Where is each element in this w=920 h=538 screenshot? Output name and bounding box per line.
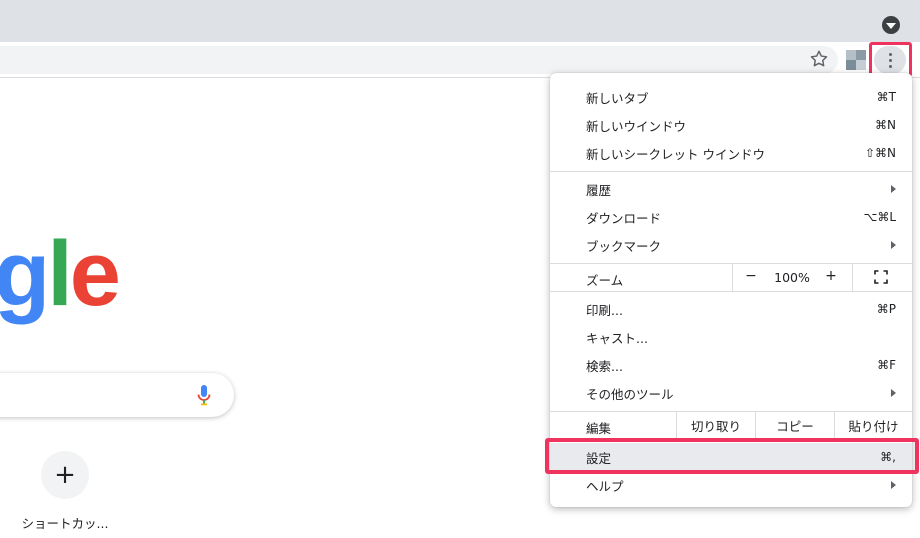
zoom-level: 100% (774, 270, 810, 285)
menu-item-label: ダウンロード (586, 210, 662, 226)
menu-item-more-tools[interactable]: その他のツール (550, 379, 912, 407)
menu-row-zoom: ズーム − 100% + (550, 263, 912, 291)
menu-item-label: キャスト... (586, 330, 648, 346)
menu-item-label: 新しいウインドウ (586, 118, 687, 134)
cut-button[interactable]: 切り取り (677, 411, 755, 439)
menu-item-new-incognito[interactable]: 新しいシークレット ウインドウ ⇧⌘N (550, 139, 912, 167)
menu-divider (550, 291, 912, 292)
menu-item-shortcut: ⌘P (876, 302, 896, 316)
menu-item-help[interactable]: ヘルプ (550, 471, 912, 499)
chevron-right-icon (891, 389, 896, 397)
extension-icon[interactable] (846, 50, 866, 70)
fullscreen-icon[interactable] (874, 270, 888, 284)
menu-item-label: 検索... (586, 358, 623, 374)
menu-divider (852, 263, 853, 291)
menu-item-new-tab[interactable]: 新しいタブ ⌘T (550, 83, 912, 111)
menu-row-edit: 編集 切り取り コピー 貼り付け (550, 411, 912, 439)
menu-item-label: 履歴 (586, 182, 612, 198)
address-bar[interactable] (0, 46, 838, 74)
shortcut-label: ショートカッ... (21, 516, 109, 531)
menu-item-shortcut: ⇧⌘N (864, 146, 896, 160)
menu-divider (732, 263, 733, 291)
zoom-out-button[interactable]: − (742, 268, 760, 286)
menu-item-shortcut: ⌘F (877, 358, 896, 372)
copy-button[interactable]: コピー (756, 411, 834, 439)
menu-item-shortcut: ⌥⌘L (863, 210, 896, 224)
menu-item-find[interactable]: 検索... ⌘F (550, 351, 912, 379)
chevron-right-icon (891, 185, 896, 193)
menu-item-label: 新しいタブ (586, 90, 649, 106)
menu-item-cast[interactable]: キャスト... (550, 323, 912, 351)
menu-item-new-window[interactable]: 新しいウインドウ ⌘N (550, 111, 912, 139)
zoom-in-button[interactable]: + (822, 268, 840, 286)
menu-item-shortcut: ⌘N (875, 118, 896, 132)
paste-button[interactable]: 貼り付け (835, 411, 912, 439)
menu-item-history[interactable]: 履歴 (550, 175, 912, 203)
settings-highlight (545, 438, 919, 474)
menu-item-print[interactable]: 印刷... ⌘P (550, 295, 912, 323)
menu-item-label: ヘルプ (586, 478, 624, 494)
zoom-label: ズーム (586, 273, 624, 288)
menu-item-label: 新しいシークレット ウインドウ (586, 146, 765, 162)
menu-divider (550, 171, 912, 172)
google-logo: gle (0, 223, 121, 325)
edit-label: 編集 (586, 421, 612, 436)
mic-icon[interactable] (194, 383, 214, 407)
chevron-right-icon (891, 241, 896, 249)
menu-item-downloads[interactable]: ダウンロード ⌥⌘L (550, 203, 912, 231)
plus-icon[interactable]: + (41, 451, 89, 499)
menu-item-bookmarks[interactable]: ブックマーク (550, 231, 912, 259)
star-icon[interactable] (808, 48, 830, 70)
menu-item-label: その他のツール (586, 386, 674, 402)
menu-button-highlight (869, 42, 912, 77)
tab-search-icon[interactable] (882, 16, 900, 34)
tab-strip (0, 0, 920, 42)
menu-item-shortcut: ⌘T (876, 90, 896, 104)
chevron-right-icon (891, 481, 896, 489)
menu-item-label: 印刷... (586, 302, 623, 318)
menu-item-label: ブックマーク (586, 238, 662, 254)
